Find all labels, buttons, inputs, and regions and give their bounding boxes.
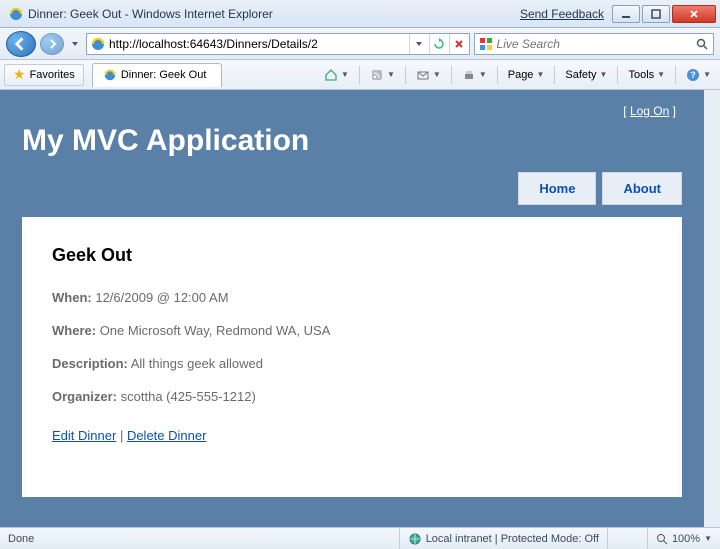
dinner-actions: Edit Dinner | Delete Dinner <box>52 428 652 443</box>
help-button[interactable]: ?▼ <box>681 64 716 86</box>
safety-menu[interactable]: Safety▼ <box>560 64 612 86</box>
maximize-button[interactable] <box>642 5 670 23</box>
logon-link[interactable]: Log On <box>630 104 669 118</box>
address-dropdown[interactable] <box>409 34 429 54</box>
nav-about[interactable]: About <box>602 172 682 205</box>
search-input[interactable] <box>497 37 691 51</box>
security-zone[interactable]: Local intranet | Protected Mode: Off <box>399 528 607 549</box>
where-row: Where: One Microsoft Way, Redmond WA, US… <box>52 323 652 338</box>
recent-pages-dropdown[interactable] <box>68 33 82 55</box>
app-title: My MVC Application <box>22 124 682 158</box>
zoom-icon <box>656 533 668 545</box>
progress-cell <box>607 528 647 549</box>
search-bar <box>474 33 714 55</box>
nav-home[interactable]: Home <box>518 172 596 205</box>
address-bar <box>86 33 470 55</box>
forward-button[interactable] <box>40 33 64 55</box>
page-menu[interactable]: Page▼ <box>503 64 550 86</box>
command-bar: ★ Favorites Dinner: Geek Out ▼ ▼ ▼ ▼ Pag… <box>0 60 720 90</box>
home-button[interactable]: ▼ <box>319 64 354 86</box>
address-input[interactable] <box>109 35 409 53</box>
star-icon: ★ <box>13 66 26 83</box>
window-titlebar: Dinner: Geek Out - Windows Internet Expl… <box>0 0 720 28</box>
content-card: Geek Out When: 12/6/2009 @ 12:00 AM Wher… <box>22 217 682 497</box>
live-search-icon <box>478 36 494 52</box>
when-row: When: 12/6/2009 @ 12:00 AM <box>52 290 652 305</box>
send-feedback-link[interactable]: Send Feedback <box>520 7 604 21</box>
window-title: Dinner: Geek Out - Windows Internet Expl… <box>28 7 520 21</box>
minimize-button[interactable] <box>612 5 640 23</box>
print-button[interactable]: ▼ <box>457 64 492 86</box>
search-button[interactable] <box>691 38 713 50</box>
svg-text:?: ? <box>690 70 696 80</box>
organizer-row: Organizer: scottha (425-555-1212) <box>52 389 652 404</box>
globe-icon <box>408 532 422 546</box>
edit-dinner-link[interactable]: Edit Dinner <box>52 428 116 443</box>
ie-icon <box>8 6 24 22</box>
tab-title: Dinner: Geek Out <box>121 69 207 81</box>
page-viewport: [ Log On ] My MVC Application Home About… <box>0 90 720 527</box>
feeds-button[interactable]: ▼ <box>365 64 400 86</box>
page-icon <box>90 36 106 52</box>
favorites-label: Favorites <box>30 69 75 81</box>
ie-icon <box>103 68 117 82</box>
mail-button[interactable]: ▼ <box>411 64 446 86</box>
refresh-button[interactable] <box>429 34 449 54</box>
back-button[interactable] <box>6 31 36 57</box>
dinner-heading: Geek Out <box>52 245 652 266</box>
browser-tab[interactable]: Dinner: Geek Out <box>92 63 222 87</box>
status-text: Done <box>0 533 399 545</box>
tools-menu[interactable]: Tools▼ <box>623 64 670 86</box>
zoom-control[interactable]: 100% ▼ <box>647 528 720 549</box>
description-row: Description: All things geek allowed <box>52 356 652 371</box>
stop-button[interactable] <box>449 34 469 54</box>
navigation-bar <box>0 28 720 60</box>
close-button[interactable] <box>672 5 716 23</box>
favorites-button[interactable]: ★ Favorites <box>4 64 84 86</box>
delete-dinner-link[interactable]: Delete Dinner <box>127 428 207 443</box>
status-bar: Done Local intranet | Protected Mode: Of… <box>0 527 720 549</box>
logon-bar: [ Log On ] <box>22 104 682 122</box>
